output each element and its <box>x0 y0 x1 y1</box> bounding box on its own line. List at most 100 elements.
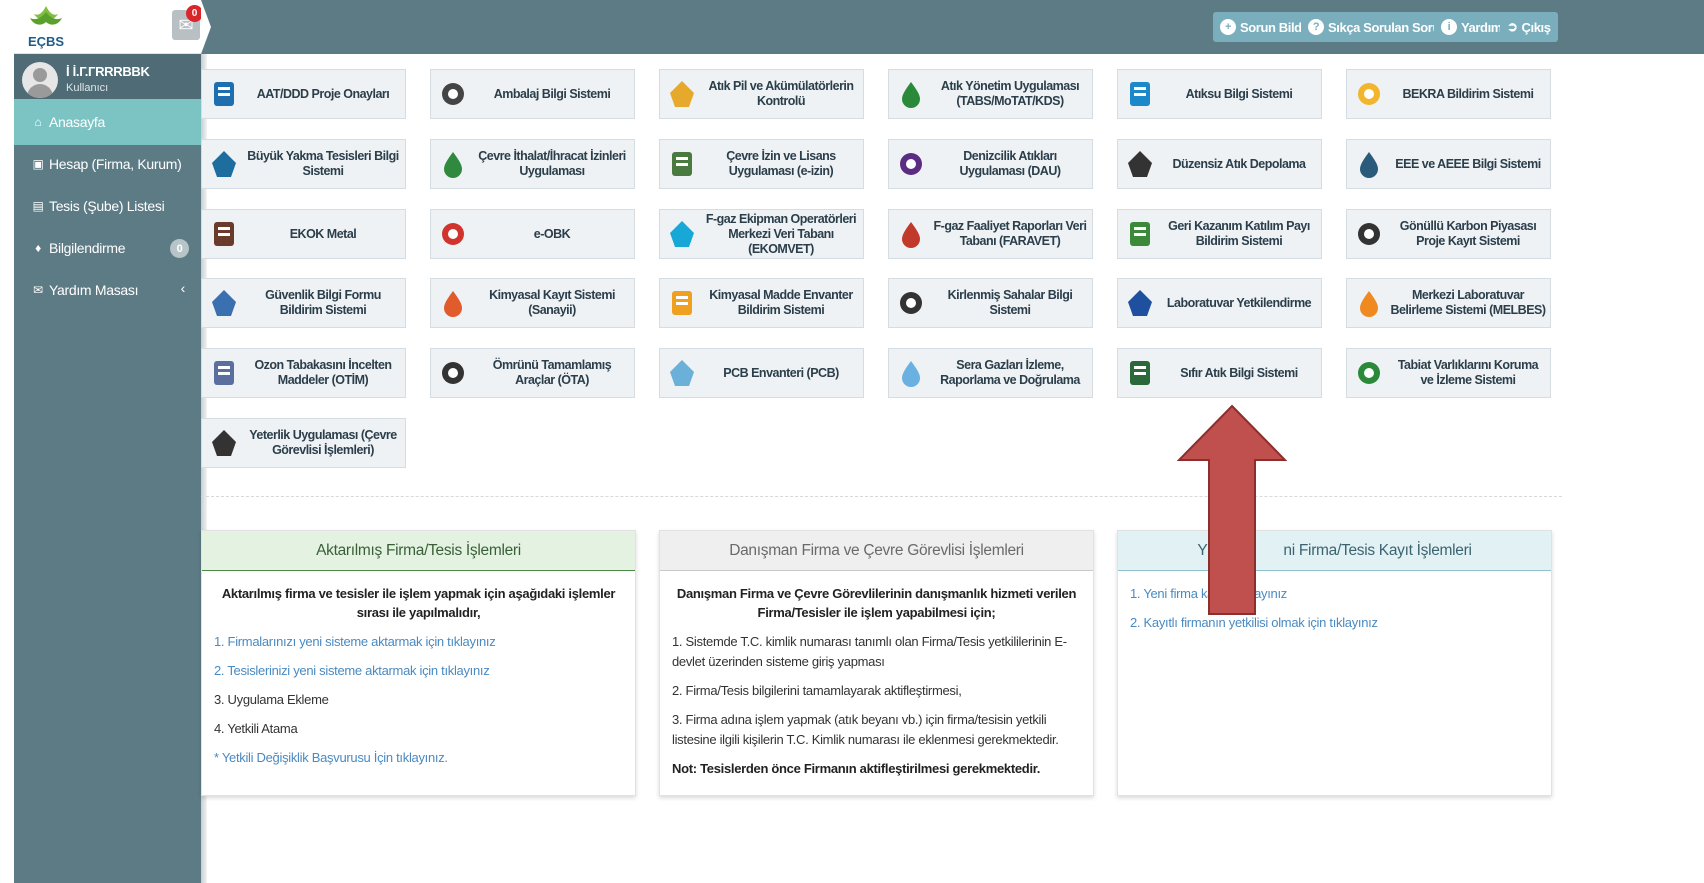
app-tile[interactable]: Düzensiz Atık Depolama <box>1117 139 1322 189</box>
user-role: Kullanıcı <box>66 82 109 94</box>
info-circle-icon: i <box>1441 19 1457 35</box>
app-tile[interactable]: AAT/DDD Proje Onayları <box>201 69 406 119</box>
ozone-icon <box>214 361 234 385</box>
app-tile-label: Güvenlik Bilgi Formu Bildirim Sistemi <box>265 288 381 317</box>
app-tile[interactable]: Ambalaj Bilgi Sistemi <box>430 69 635 119</box>
app-tile[interactable]: Sıfır Atık Bilgi Sistemi <box>1117 348 1322 398</box>
envelope-icon: ✉ <box>33 283 43 297</box>
logout-button[interactable]: ➲ Çıkış <box>1500 12 1558 42</box>
chemical-inventory-icon <box>672 291 692 315</box>
app-tile[interactable]: Kirlenmiş Sahalar Bilgi Sistemi <box>888 278 1093 328</box>
import-export-icon <box>444 152 462 178</box>
ship-icon <box>900 153 922 175</box>
app-tile-label: Kirlenmiş Sahalar Bilgi Sistemi <box>947 288 1073 317</box>
app-tile[interactable]: Denizcilik Atıkları Uygulaması (DAU) <box>888 139 1093 189</box>
sidebar: İ İ.Г.ГRRRBBK Kullanıcı ⌂ Anasayfa ▣ Hes… <box>14 54 201 883</box>
app-tile[interactable]: Yeterlik Uygulaması (Çevre Görevlisi İşl… <box>201 418 406 468</box>
app-tile[interactable]: PCB Envanteri (PCB) <box>659 348 864 398</box>
app-tile-label: PCB Envanteri (PCB) <box>723 365 839 380</box>
home-icon: ⌂ <box>34 115 42 129</box>
app-tile[interactable]: Merkezi Laboratuvar Belirleme Sistemi (M… <box>1346 278 1551 328</box>
app-tile[interactable]: Atık Pil ve Akümülatörlerin Kontrolü <box>659 69 864 119</box>
app-tile[interactable]: Çevre İzin ve Lisans Uygulaması (e-izin) <box>659 139 864 189</box>
carbon-icon <box>1358 223 1380 245</box>
factory-icon <box>212 151 236 177</box>
chevron-left-icon: ‹ <box>180 280 186 296</box>
logout-label: Çıkış <box>1521 19 1551 35</box>
consultant-step-1: 1. Sistemde T.C. kimlik numarası tanımlı… <box>672 634 1067 669</box>
plant-icon <box>1358 362 1380 384</box>
polluted-site-icon <box>900 292 922 314</box>
app-tile[interactable]: Geri Kazanım Katılım Payı Bildirim Siste… <box>1117 209 1322 259</box>
consultant-step-2: 2. Firma/Tesis bilgilerini tamamlayarak … <box>672 683 962 698</box>
app-tile[interactable]: Atık Yönetim Uygulaması (TABS/MoTAT/KDS) <box>888 69 1093 119</box>
app-tile[interactable]: Tabiat Varlıklarını Koruma ve İzleme Sis… <box>1346 348 1551 398</box>
bell-icon: ♦ <box>35 241 41 255</box>
app-tile[interactable]: Çevre İthalat/İhracat İzinleri Uygulamas… <box>430 139 635 189</box>
app-tile[interactable]: e-OBK <box>430 209 635 259</box>
app-tile-label: Gönüllü Karbon Piyasası Proje Kayıt Sist… <box>1399 219 1537 248</box>
app-tile-label: Denizcilik Atıkları Uygulaması (DAU) <box>959 149 1061 178</box>
app-tile[interactable]: Atıksu Bilgi Sistemi <box>1117 69 1322 119</box>
app-tile[interactable]: Laboratuvar Yetkilendirme <box>1117 278 1322 328</box>
metal-icon <box>214 222 234 246</box>
app-tile-label: Çevre İzin ve Lisans Uygulaması (e-izin) <box>726 149 836 178</box>
cloud-icon <box>902 361 920 387</box>
sign-out-icon: ➲ <box>1507 19 1518 34</box>
sidebar-item-account[interactable]: ▣ Hesap (Firma, Kurum) <box>14 141 201 187</box>
app-tile-label: Atık Pil ve Akümülatörlerin Kontrolü <box>708 79 854 108</box>
app-tile[interactable]: Gönüllü Karbon Piyasası Proje Kayıt Sist… <box>1346 209 1551 259</box>
app-tile[interactable]: Kimyasal Kayıt Sistemi (Sanayii) <box>430 278 635 328</box>
app-tile[interactable]: BEKRA Bildirim Sistemi <box>1346 69 1551 119</box>
sidebar-item-home[interactable]: ⌂ Anasayfa <box>14 99 201 145</box>
app-tile[interactable]: Ozon Tabakasını İncelten Maddeler (OTİM) <box>201 348 406 398</box>
app-tile[interactable]: Kimyasal Madde Envanter Bildirim Sistemi <box>659 278 864 328</box>
panel-title: Aktarılmış Firma/Tesis İşlemleri <box>202 531 635 571</box>
app-tile-label: Atıksu Bilgi Sistemi <box>1185 86 1293 101</box>
car-icon <box>442 362 464 384</box>
sidebar-item-helpdesk[interactable]: ✉ Yardım Masası ‹ <box>14 267 201 313</box>
app-tile[interactable]: Sera Gazları İzleme, Raporlama ve Doğrul… <box>888 348 1093 398</box>
sidebar-item-label: Hesap (Firma, Kurum) <box>49 156 182 172</box>
app-tile-label: Atık Yönetim Uygulaması (TABS/MoTAT/KDS) <box>940 79 1080 108</box>
plus-circle-icon: + <box>1220 19 1236 35</box>
app-tile[interactable]: Büyük Yakma Tesisleri Bilgi Sistemi <box>201 139 406 189</box>
panel-intro: Aktarılmış firma ve tesisler ile işlem y… <box>221 586 616 620</box>
app-tile-label: Merkezi Laboratuvar Belirleme Sistemi (M… <box>1390 288 1546 317</box>
ecbs-logo[interactable]: EÇBS <box>24 2 68 50</box>
project-docs-icon <box>214 82 234 106</box>
sidebar-item-label: Yardım Masası <box>49 282 139 298</box>
section-divider <box>201 496 1562 497</box>
help-button[interactable]: i Yardım <box>1434 12 1509 42</box>
transfer-firms-link[interactable]: 1. Firmalarınızı yeni sisteme aktarmak i… <box>214 632 623 652</box>
app-tile[interactable]: F-gaz Faaliyet Raporları Veri Tabanı (FA… <box>888 209 1093 259</box>
sidebar-item-notifications[interactable]: ♦ Bilgilendirme 0 <box>14 225 201 271</box>
gas-cloud-icon <box>902 222 920 248</box>
battery-icon <box>670 81 694 107</box>
avatar <box>22 62 58 98</box>
red-arrow-annotation <box>1177 404 1287 615</box>
sidebar-item-label: Tesis (Şube) Listesi <box>49 198 165 214</box>
authority-change-link[interactable]: * Yetkili Değişiklik Başvurusu İçin tıkl… <box>214 748 623 768</box>
step-add-application: 3. Uygulama Ekleme <box>214 692 329 707</box>
step-assign-authority: 4. Yetkili Atama <box>214 721 298 736</box>
app-tile-label: EEE ve AEEE Bilgi Sistemi <box>1395 156 1541 171</box>
become-authority-link[interactable]: 2. Kayıtlı firmanın yetkilisi olmak için… <box>1130 613 1539 633</box>
transfer-facilities-link[interactable]: 2. Tesislerinizi yeni sisteme aktarmak i… <box>214 661 623 681</box>
lab-center-icon <box>1360 291 1378 317</box>
sidebar-item-facilities[interactable]: ▤ Tesis (Şube) Listesi <box>14 183 201 229</box>
sidebar-item-label: Anasayfa <box>49 114 105 130</box>
app-tile[interactable]: Ömrünü Tamamlamış Araçlar (ÖTA) <box>430 348 635 398</box>
app-tile[interactable]: F-gaz Ekipman Operatörleri Merkezi Veri … <box>659 209 864 259</box>
app-tile[interactable]: Güvenlik Bilgi Formu Bildirim Sistemi <box>201 278 406 328</box>
app-tile[interactable]: EKOK Metal <box>201 209 406 259</box>
panel-title: Danışman Firma ve Çevre Görevlisi İşleml… <box>660 531 1093 571</box>
app-tile-label: Ömrünü Tamamlamış Araçlar (ÖTA) <box>492 358 612 387</box>
warning-triangle-icon <box>1358 83 1380 105</box>
app-tile-label: F-gaz Ekipman Operatörleri Merkezi Veri … <box>705 211 857 256</box>
app-tile[interactable]: EEE ve AEEE Bilgi Sistemi <box>1346 139 1551 189</box>
app-tile-label: BEKRA Bildirim Sistemi <box>1402 86 1534 101</box>
app-tile-label: F-gaz Faaliyet Raporları Veri Tabanı (FA… <box>933 219 1087 248</box>
sidebar-item-label: Bilgilendirme <box>49 240 126 256</box>
notification-badge: 0 <box>170 239 189 258</box>
